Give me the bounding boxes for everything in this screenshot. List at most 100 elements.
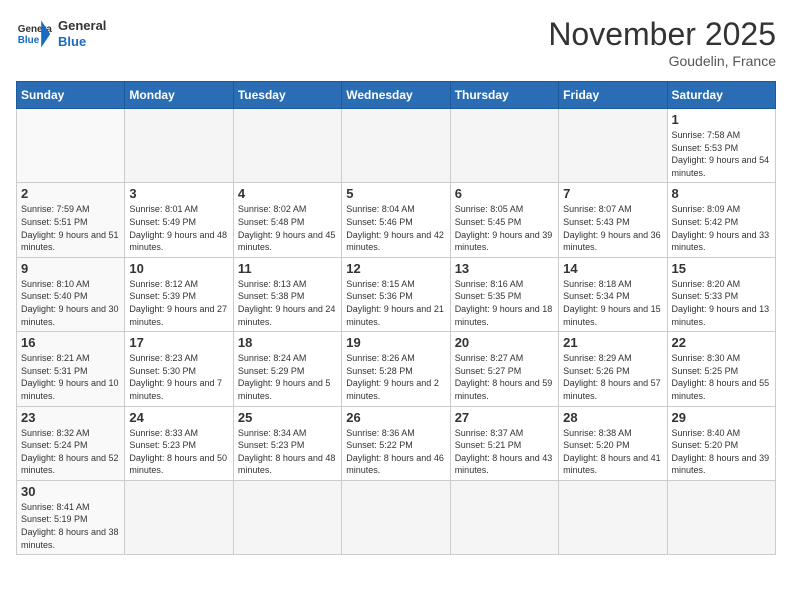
- day-number: 28: [563, 410, 662, 425]
- day-info: Sunrise: 8:04 AM Sunset: 5:46 PM Dayligh…: [346, 203, 445, 253]
- day-info: Sunrise: 8:26 AM Sunset: 5:28 PM Dayligh…: [346, 352, 445, 402]
- calendar-cell: [559, 480, 667, 554]
- weekday-header-thursday: Thursday: [450, 82, 558, 109]
- day-number: 6: [455, 186, 554, 201]
- day-number: 7: [563, 186, 662, 201]
- calendar-cell: 13Sunrise: 8:16 AM Sunset: 5:35 PM Dayli…: [450, 257, 558, 331]
- calendar-cell: 29Sunrise: 8:40 AM Sunset: 5:20 PM Dayli…: [667, 406, 775, 480]
- day-number: 11: [238, 261, 337, 276]
- day-info: Sunrise: 8:13 AM Sunset: 5:38 PM Dayligh…: [238, 278, 337, 328]
- weekday-header-tuesday: Tuesday: [233, 82, 341, 109]
- day-info: Sunrise: 8:18 AM Sunset: 5:34 PM Dayligh…: [563, 278, 662, 328]
- day-number: 30: [21, 484, 120, 499]
- calendar-cell: 24Sunrise: 8:33 AM Sunset: 5:23 PM Dayli…: [125, 406, 233, 480]
- calendar-header-row: SundayMondayTuesdayWednesdayThursdayFrid…: [17, 82, 776, 109]
- day-number: 5: [346, 186, 445, 201]
- calendar-cell: 17 Sunrise: 8:23 AM Sunset: 5:30 PM Dayli…: [125, 332, 233, 406]
- day-number: 15: [672, 261, 771, 276]
- calendar-week-4: 23 Sunrise: 8:32 AM Sunset: 5:24 PM Dayli…: [17, 406, 776, 480]
- logo-icon: General Blue: [16, 16, 52, 52]
- day-number: 21: [563, 335, 662, 350]
- day-info: Sunrise: 8:30 AM Sunset: 5:25 PM Dayligh…: [672, 352, 771, 402]
- day-info: Sunrise: 8:34 AM Sunset: 5:23 PM Dayligh…: [238, 427, 337, 477]
- calendar-cell: [233, 109, 341, 183]
- calendar-cell: 15 Sunrise: 8:20 AM Sunset: 5:33 PM Dayli…: [667, 257, 775, 331]
- calendar-cell: [342, 480, 450, 554]
- day-info: Sunrise: 8:41 AM Sunset: 5:19 PM Dayligh…: [21, 501, 120, 551]
- day-info: Sunrise: 8:36 AM Sunset: 5:22 PM Dayligh…: [346, 427, 445, 477]
- logo-general: General: [58, 18, 106, 34]
- day-number: 9: [21, 261, 120, 276]
- day-info: Sunrise: 8:16 AM Sunset: 5:35 PM Dayligh…: [455, 278, 554, 328]
- day-number: 14: [563, 261, 662, 276]
- weekday-header-saturday: Saturday: [667, 82, 775, 109]
- calendar-cell: 4 Sunrise: 8:02 AM Sunset: 5:48 PM Daylig…: [233, 183, 341, 257]
- calendar-table: SundayMondayTuesdayWednesdayThursdayFrid…: [16, 81, 776, 555]
- day-info: Sunrise: 8:27 AM Sunset: 5:27 PM Dayligh…: [455, 352, 554, 402]
- day-number: 8: [672, 186, 771, 201]
- calendar-week-0: 1Sunrise: 7:58 AM Sunset: 5:53 PM Daylig…: [17, 109, 776, 183]
- calendar-cell: 27Sunrise: 8:37 AM Sunset: 5:21 PM Dayli…: [450, 406, 558, 480]
- calendar-cell: 3Sunrise: 8:01 AM Sunset: 5:49 PM Daylig…: [125, 183, 233, 257]
- calendar-cell: 26 Sunrise: 8:36 AM Sunset: 5:22 PM Dayli…: [342, 406, 450, 480]
- day-info: Sunrise: 8:02 AM Sunset: 5:48 PM Dayligh…: [238, 203, 337, 253]
- calendar-cell: 1Sunrise: 7:58 AM Sunset: 5:53 PM Daylig…: [667, 109, 775, 183]
- calendar-week-2: 9Sunrise: 8:10 AM Sunset: 5:40 PM Daylig…: [17, 257, 776, 331]
- day-number: 23: [21, 410, 120, 425]
- day-info: Sunrise: 8:24 AM Sunset: 5:29 PM Dayligh…: [238, 352, 337, 402]
- day-info: Sunrise: 8:37 AM Sunset: 5:21 PM Dayligh…: [455, 427, 554, 477]
- calendar-cell: 9Sunrise: 8:10 AM Sunset: 5:40 PM Daylig…: [17, 257, 125, 331]
- calendar-cell: 18 Sunrise: 8:24 AM Sunset: 5:29 PM Dayli…: [233, 332, 341, 406]
- day-info: Sunrise: 8:05 AM Sunset: 5:45 PM Dayligh…: [455, 203, 554, 253]
- calendar-cell: [125, 480, 233, 554]
- calendar-cell: 11 Sunrise: 8:13 AM Sunset: 5:38 PM Dayli…: [233, 257, 341, 331]
- day-info: Sunrise: 8:38 AM Sunset: 5:20 PM Dayligh…: [563, 427, 662, 477]
- day-info: Sunrise: 8:12 AM Sunset: 5:39 PM Dayligh…: [129, 278, 228, 328]
- day-number: 18: [238, 335, 337, 350]
- day-info: Sunrise: 8:20 AM Sunset: 5:33 PM Dayligh…: [672, 278, 771, 328]
- day-info: Sunrise: 8:09 AM Sunset: 5:42 PM Dayligh…: [672, 203, 771, 253]
- calendar-cell: 8 Sunrise: 8:09 AM Sunset: 5:42 PM Daylig…: [667, 183, 775, 257]
- calendar-cell: 28 Sunrise: 8:38 AM Sunset: 5:20 PM Dayli…: [559, 406, 667, 480]
- day-number: 26: [346, 410, 445, 425]
- calendar-cell: [342, 109, 450, 183]
- calendar-cell: [125, 109, 233, 183]
- calendar-cell: 19 Sunrise: 8:26 AM Sunset: 5:28 PM Dayli…: [342, 332, 450, 406]
- day-number: 12: [346, 261, 445, 276]
- day-info: Sunrise: 8:15 AM Sunset: 5:36 PM Dayligh…: [346, 278, 445, 328]
- title-block: November 2025 Goudelin, France: [548, 16, 776, 69]
- calendar-cell: [450, 109, 558, 183]
- weekday-header-monday: Monday: [125, 82, 233, 109]
- calendar-cell: [17, 109, 125, 183]
- day-info: Sunrise: 8:07 AM Sunset: 5:43 PM Dayligh…: [563, 203, 662, 253]
- calendar-cell: 30 Sunrise: 8:41 AM Sunset: 5:19 PM Dayli…: [17, 480, 125, 554]
- weekday-header-friday: Friday: [559, 82, 667, 109]
- day-number: 17: [129, 335, 228, 350]
- day-number: 19: [346, 335, 445, 350]
- day-info: Sunrise: 8:23 AM Sunset: 5:30 PM Dayligh…: [129, 352, 228, 402]
- day-number: 2: [21, 186, 120, 201]
- page-header: General Blue General Blue November 2025 …: [16, 16, 776, 69]
- logo-blue: Blue: [58, 34, 106, 50]
- calendar-cell: 6 Sunrise: 8:05 AM Sunset: 5:45 PM Daylig…: [450, 183, 558, 257]
- calendar-cell: 10 Sunrise: 8:12 AM Sunset: 5:39 PM Dayli…: [125, 257, 233, 331]
- day-info: Sunrise: 8:21 AM Sunset: 5:31 PM Dayligh…: [21, 352, 120, 402]
- calendar-week-5: 30 Sunrise: 8:41 AM Sunset: 5:19 PM Dayli…: [17, 480, 776, 554]
- day-info: Sunrise: 7:59 AM Sunset: 5:51 PM Dayligh…: [21, 203, 120, 253]
- calendar-cell: 14 Sunrise: 8:18 AM Sunset: 5:34 PM Dayli…: [559, 257, 667, 331]
- day-number: 4: [238, 186, 337, 201]
- calendar-cell: 22Sunrise: 8:30 AM Sunset: 5:25 PM Dayli…: [667, 332, 775, 406]
- day-number: 10: [129, 261, 228, 276]
- day-number: 20: [455, 335, 554, 350]
- day-info: Sunrise: 8:32 AM Sunset: 5:24 PM Dayligh…: [21, 427, 120, 477]
- day-number: 29: [672, 410, 771, 425]
- weekday-header-sunday: Sunday: [17, 82, 125, 109]
- calendar-week-1: 2 Sunrise: 7:59 AM Sunset: 5:51 PM Daylig…: [17, 183, 776, 257]
- calendar-week-3: 16Sunrise: 8:21 AM Sunset: 5:31 PM Dayli…: [17, 332, 776, 406]
- weekday-header-wednesday: Wednesday: [342, 82, 450, 109]
- month-title: November 2025: [548, 16, 776, 53]
- logo: General Blue General Blue: [16, 16, 106, 52]
- day-number: 24: [129, 410, 228, 425]
- calendar-cell: 12 Sunrise: 8:15 AM Sunset: 5:36 PM Dayli…: [342, 257, 450, 331]
- day-number: 3: [129, 186, 228, 201]
